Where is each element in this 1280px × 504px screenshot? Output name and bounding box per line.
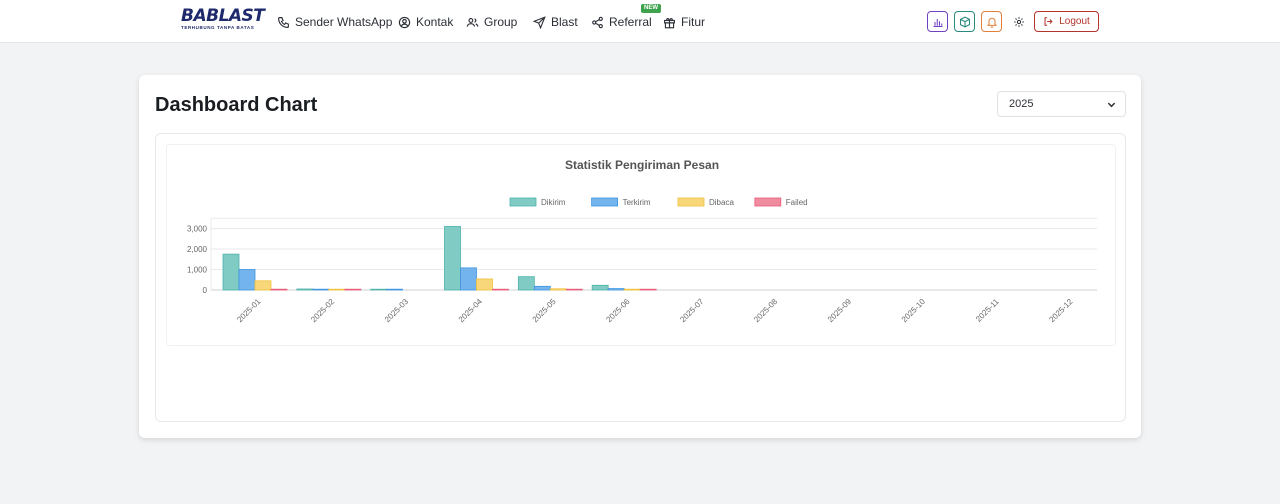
x-tick-label: 2025-03 [383,297,411,325]
box-icon [959,16,970,27]
new-badge: NEW [641,4,661,13]
legend-label-terkirim: Terkirim [623,198,651,207]
page-title: Dashboard Chart [155,94,318,116]
bar-terkirim-2025-06 [607,288,625,291]
bar-chart-icon [933,18,942,27]
bell-icon [986,17,997,28]
brand-tagline: TERHUBUNG TANPA BATAS [181,25,255,30]
x-tick-label: 2025-05 [531,297,559,325]
bar-dibaca-2025-02 [328,288,346,291]
bar-dibaca-2025-06 [623,288,641,291]
nav-sender-whatsapp[interactable]: Sender WhatsApp [277,13,392,31]
navbar: BABLAST TERHUBUNG TANPA BATAS Sender Wha… [0,0,1280,43]
bar-failed-2025-05 [565,288,583,291]
bar-terkirim-2025-02 [312,288,330,291]
x-tick-label: 2025-06 [604,297,632,325]
logout-icon [1044,17,1053,26]
legend-swatch-terkirim [591,197,619,207]
phone-icon [278,16,289,28]
bar-terkirim-2025-04 [460,267,477,291]
nav-label: Sender WhatsApp [295,15,393,29]
nav-label: Group [484,15,518,29]
nav-label: Fitur [681,15,705,29]
y-tick-label: 0 [203,286,208,295]
y-tick-label: 2,000 [187,245,208,254]
x-tick-label: 2025-02 [309,297,337,325]
bar-terkirim-2025-03 [386,288,404,291]
bar-dikirim-2025-06 [591,284,609,291]
legend-label-dikirim: Dikirim [541,198,566,207]
legend-swatch-failed [754,197,782,207]
logout-label: Logout [1059,16,1090,27]
nav-referral[interactable]: Referral [591,13,652,31]
year-select[interactable]: 2025 [997,91,1126,117]
y-tick-label: 1,000 [187,266,208,275]
nav-label: Referral [609,15,652,29]
bar-dibaca-2025-04 [476,278,493,291]
legend-label-failed: Failed [786,198,808,207]
year-value: 2025 [1009,98,1034,110]
bar-dikirim-2025-02 [296,288,314,291]
brand-logo[interactable]: BABLAST TERHUBUNG TANPA BATAS [181,6,265,35]
bar-dibaca-2025-05 [549,288,567,291]
logout-button[interactable]: Logout [1034,11,1099,32]
nav-label: Kontak [416,15,454,29]
gear-icon [1013,16,1024,27]
y-tick-label: 3,000 [187,225,208,234]
x-tick-label: 2025-01 [235,297,263,325]
chevron-down-icon [1107,102,1116,108]
x-tick-label: 2025-12 [1047,297,1075,325]
nav-group[interactable]: Group [466,13,517,31]
nav-blast[interactable]: Blast [533,13,578,31]
legend-label-dibaca: Dibaca [709,198,734,207]
bar-failed-2025-04 [492,288,509,291]
user-circle-icon [398,16,411,28]
x-tick-label: 2025-09 [826,297,854,325]
x-tick-label: 2025-07 [678,297,706,325]
stats-button[interactable] [927,11,948,32]
package-button[interactable] [954,11,975,32]
chart-title: Statistik Pengiriman Pesan [565,158,719,172]
bar-dikirim-2025-01 [222,253,240,291]
settings-button[interactable] [1008,11,1029,32]
bar-failed-2025-01 [270,288,288,291]
chart-panel: Statistik Pengiriman Pesan Dikirim Terkiri… [166,144,1116,346]
bar-dikirim-2025-03 [370,288,388,291]
users-icon [466,17,479,27]
bar-chart: Statistik Pengiriman Pesan Dikirim Terkiri… [187,158,1097,325]
nav-fitur[interactable]: Fitur [663,13,705,31]
nav-label: Blast [551,15,578,29]
bar-terkirim-2025-05 [533,285,551,291]
bar-dikirim-2025-05 [517,276,535,291]
dashboard-card: Dashboard Chart 2025 Statistik Pengirima… [139,75,1141,438]
x-tick-label: 2025-04 [457,297,485,325]
chart-container: Statistik Pengiriman Pesan Dikirim Terkiri… [155,133,1126,422]
bar-terkirim-2025-01 [238,269,256,291]
share-icon [592,16,603,28]
notification-button[interactable] [981,11,1002,32]
brand-name: BABLAST [181,6,265,26]
gift-icon [664,17,675,28]
send-icon [533,15,546,29]
bar-failed-2025-02 [344,288,362,291]
legend-swatch-dibaca [677,197,705,207]
legend-swatch-dikirim [509,197,537,207]
nav-kontak[interactable]: Kontak [398,13,453,31]
x-tick-label: 2025-11 [974,297,1001,324]
bar-failed-2025-06 [639,288,657,291]
bar-dikirim-2025-04 [444,226,461,291]
x-tick-label: 2025-10 [900,297,928,325]
bar-dibaca-2025-01 [254,280,272,291]
x-tick-label: 2025-08 [752,297,780,325]
